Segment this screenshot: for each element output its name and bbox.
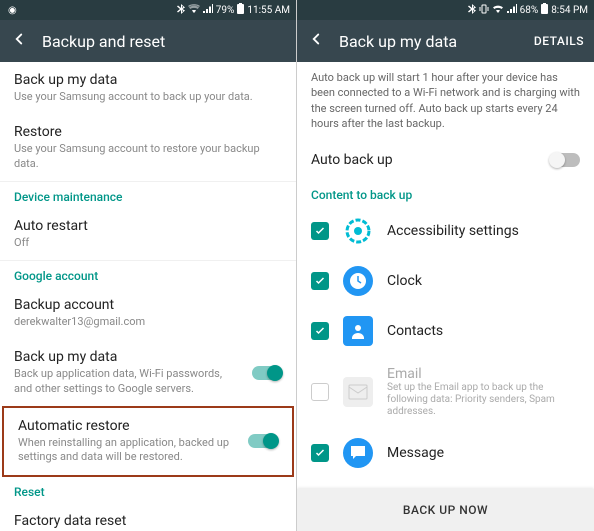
toggle-switch[interactable] (550, 153, 580, 167)
battery-icon (237, 3, 244, 17)
content-email[interactable]: Email Set up the Email app to back up th… (297, 356, 594, 428)
section-device-maintenance: Device maintenance (0, 182, 296, 208)
contacts-icon (343, 316, 373, 346)
content-message[interactable]: Message (297, 428, 594, 478)
item-sub: Back up application data, Wi-Fi password… (14, 367, 242, 396)
item-title: Back up my data (14, 349, 242, 365)
item-title: Accessibility settings (387, 223, 580, 239)
backup-account[interactable]: Backup account derekwalter13@gmail.com (0, 287, 296, 339)
checkbox-icon[interactable] (311, 322, 329, 340)
item-title: Contacts (387, 323, 580, 339)
item-title: Automatic restore (18, 418, 238, 434)
signal-icon (507, 4, 517, 16)
checkbox-icon[interactable] (311, 383, 329, 401)
clock: 8:54 PM (551, 5, 588, 16)
details-button[interactable]: DETAILS (534, 34, 584, 48)
content-clock[interactable]: Clock (297, 256, 594, 306)
toggle-switch[interactable] (252, 366, 282, 380)
checkbox-icon[interactable] (311, 222, 329, 240)
backup-google[interactable]: Back up my data Back up application data… (0, 339, 296, 406)
item-title: Factory data reset (14, 513, 282, 529)
battery-percent: 79% (216, 5, 235, 16)
item-title: Auto restart (14, 218, 282, 234)
factory-reset[interactable]: Factory data reset (0, 503, 296, 531)
item-sub: Set up the Email app to back up the foll… (387, 382, 580, 418)
message-icon (343, 438, 373, 468)
email-icon (343, 377, 373, 407)
header: Backup and reset (0, 20, 296, 62)
item-sub: Use your Samsung account to restore your… (14, 142, 282, 171)
item-title: Message (387, 445, 580, 461)
automatic-restore[interactable]: Automatic restore When reinstalling an a… (4, 408, 292, 475)
back-icon[interactable] (307, 30, 325, 52)
backup-content[interactable]: Auto back up will start 1 hour after you… (297, 62, 594, 489)
checkbox-icon[interactable] (311, 272, 329, 290)
settings-list[interactable]: Back up my data Use your Samsung account… (0, 62, 296, 531)
checkbox-icon[interactable] (311, 444, 329, 462)
header-title: Backup and reset (42, 32, 286, 51)
battery-icon (541, 3, 548, 17)
item-sub: Off (14, 236, 282, 250)
header-title: Back up my data (339, 32, 520, 51)
item-title: Restore (14, 124, 282, 140)
status-bar: 68% 8:54 PM (297, 0, 594, 20)
item-title: Back up my data (14, 72, 282, 88)
content-contacts[interactable]: Contacts (297, 306, 594, 356)
header: Back up my data DETAILS (297, 20, 594, 62)
item-title: Clock (387, 273, 580, 289)
content-accessibility[interactable]: Accessibility settings (297, 206, 594, 256)
auto-restart[interactable]: Auto restart Off (0, 208, 296, 260)
status-bar: ◉ 79% 11:55 AM (0, 0, 296, 20)
phone-right: 68% 8:54 PM Back up my data DETAILS Auto… (297, 0, 594, 531)
wifi-icon (492, 4, 504, 16)
section-google-account: Google account (0, 261, 296, 287)
bluetooth-icon (177, 4, 185, 17)
clock-icon (343, 266, 373, 296)
location-icon: ◉ (8, 5, 17, 16)
content-phone[interactable]: Phone (297, 478, 594, 489)
battery-percent: 68% (520, 5, 539, 16)
backup-samsung[interactable]: Back up my data Use your Samsung account… (0, 62, 296, 114)
toggle-label: Auto back up (311, 152, 393, 168)
section-reset: Reset (0, 477, 296, 503)
restore[interactable]: Restore Use your Samsung account to rest… (0, 114, 296, 181)
accessibility-icon (343, 216, 373, 246)
info-text: Auto back up will start 1 hour after you… (297, 62, 594, 140)
vibrate-icon (479, 4, 489, 17)
item-title: Backup account (14, 297, 282, 313)
item-sub: Use your Samsung account to back up your… (14, 90, 282, 104)
item-sub: derekwalter13@gmail.com (14, 315, 282, 329)
clock: 11:55 AM (247, 5, 290, 16)
bluetooth-icon (468, 4, 476, 17)
item-sub: When reinstalling an application, backed… (18, 436, 238, 465)
auto-backup-toggle[interactable]: Auto back up (297, 140, 594, 180)
toggle-switch[interactable] (248, 434, 278, 448)
back-icon[interactable] (10, 30, 28, 52)
item-title: Email (387, 366, 580, 382)
wifi-icon (188, 4, 200, 16)
phone-left: ◉ 79% 11:55 AM Backup and reset Back up … (0, 0, 297, 531)
section-content-backup: Content to back up (297, 180, 594, 206)
signal-icon (203, 4, 213, 16)
backup-now-button[interactable]: BACK UP NOW (297, 489, 594, 531)
